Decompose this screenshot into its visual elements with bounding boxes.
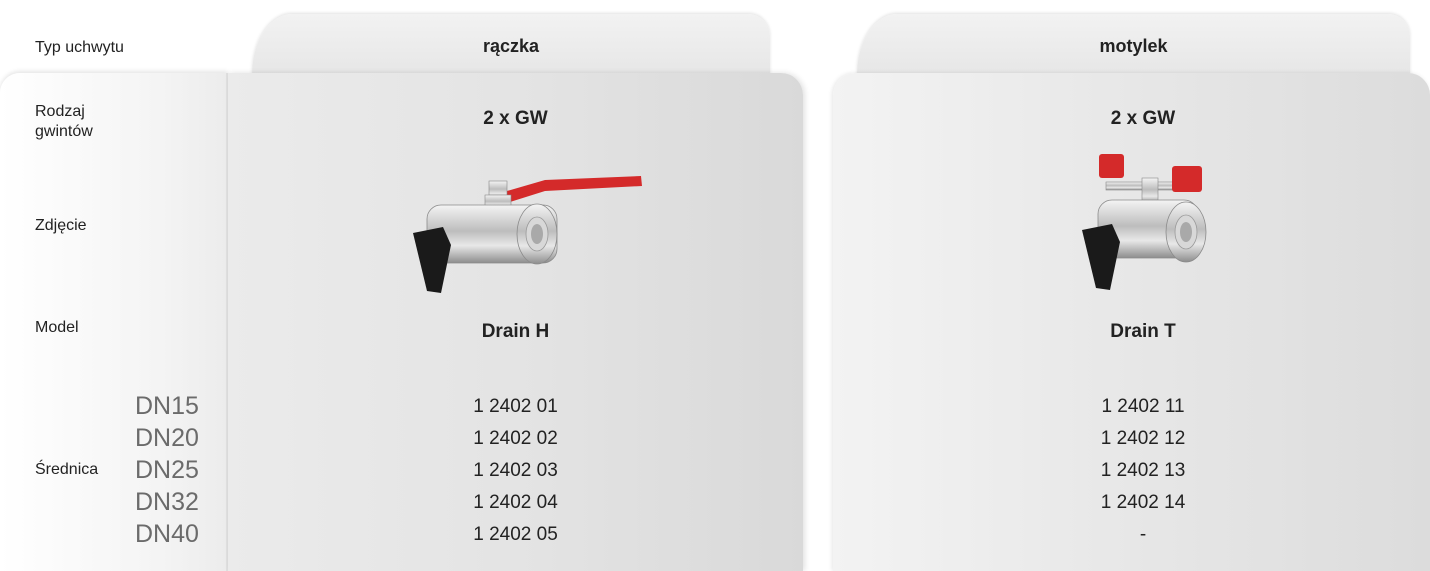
diameter-item: DN20 — [135, 424, 199, 452]
diameter-item: DN15 — [135, 392, 199, 420]
model-value: Drain H — [481, 321, 550, 342]
handle-type-value: rączka — [482, 36, 540, 56]
label-thread-type: Rodzaj gwintów — [35, 103, 93, 140]
label-handle-type: Typ uchwytu — [35, 39, 124, 56]
label-model: Model — [35, 319, 79, 336]
code-item: 1 2402 14 — [1100, 492, 1186, 513]
thread-type-value: 2 x GW — [1110, 108, 1176, 129]
ball-valve-butterfly-handle-icon — [1082, 154, 1207, 290]
diameter-item: DN32 — [135, 488, 199, 516]
code-item: 1 2402 01 — [473, 396, 558, 417]
column-header-tab-2: motylek — [857, 14, 1410, 76]
ball-valve-lever-handle-icon — [413, 176, 642, 293]
model-value: Drain T — [1110, 321, 1176, 342]
code-item: 1 2402 02 — [473, 428, 558, 449]
code-item: 1 2402 11 — [1101, 396, 1185, 417]
code-item: 1 2402 05 — [473, 524, 558, 545]
label-diameter: Średnica — [35, 461, 99, 478]
code-item: 1 2402 04 — [473, 492, 558, 513]
code-item: 1 2402 13 — [1100, 460, 1186, 481]
codes-list: 1 2402 01 1 2402 02 1 2402 03 1 2402 04 … — [228, 391, 803, 551]
diameter-item: DN40 — [135, 520, 199, 548]
column-header-tab-1: rączka — [252, 14, 770, 76]
handle-type-value: motylek — [1099, 36, 1168, 56]
label-photo: Zdjęcie — [35, 217, 87, 234]
code-item: 1 2402 03 — [473, 460, 558, 481]
diameter-list: DN15 DN20 DN25 DN32 DN40 — [135, 390, 215, 550]
diameter-item: DN25 — [135, 456, 199, 484]
code-item: - — [1139, 524, 1147, 545]
code-item: 1 2402 12 — [1100, 428, 1186, 449]
codes-list: 1 2402 11 1 2402 12 1 2402 13 1 2402 14 … — [833, 391, 1430, 551]
thread-type-value: 2 x GW — [483, 108, 548, 129]
